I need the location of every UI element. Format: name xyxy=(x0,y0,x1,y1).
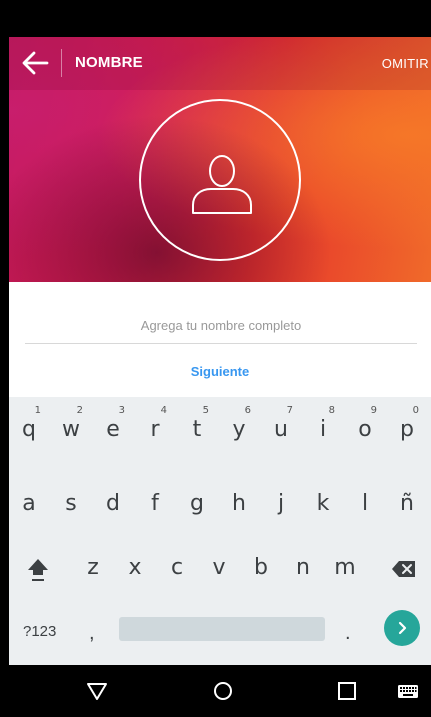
keyboard-icon xyxy=(398,685,418,698)
keyboard-row-1: 1q 2w 3e 4r 5t 6y 7u 8i 9o 0p xyxy=(9,405,431,455)
backspace-icon xyxy=(392,561,415,577)
back-button[interactable] xyxy=(21,50,49,76)
period-key[interactable]: . xyxy=(345,622,351,645)
key-d[interactable]: d xyxy=(93,479,133,529)
key-h[interactable]: h xyxy=(219,479,259,529)
square-recents-icon xyxy=(338,682,356,700)
nav-back-button[interactable] xyxy=(85,679,109,703)
key-x[interactable]: x xyxy=(115,543,155,593)
triangle-back-icon xyxy=(87,683,107,700)
avatar-placeholder[interactable] xyxy=(139,99,301,261)
key-t[interactable]: 5t xyxy=(177,405,217,455)
key-l[interactable]: l xyxy=(345,479,385,529)
key-f[interactable]: f xyxy=(135,479,175,529)
shift-icon xyxy=(28,559,48,581)
app-bar: NOMBRE OMITIR xyxy=(9,37,431,90)
key-y[interactable]: 6y xyxy=(219,405,259,455)
user-outline-icon xyxy=(192,155,252,214)
nav-home-button[interactable] xyxy=(211,679,235,703)
key-b[interactable]: b xyxy=(241,543,281,593)
key-c[interactable]: c xyxy=(157,543,197,593)
next-button[interactable]: Siguiente xyxy=(9,364,431,379)
enter-key[interactable] xyxy=(384,610,420,646)
chevron-right-icon xyxy=(398,621,407,635)
key-w[interactable]: 2w xyxy=(51,405,91,455)
key-u[interactable]: 7u xyxy=(261,405,301,455)
key-e[interactable]: 3e xyxy=(93,405,133,455)
comma-key[interactable]: , xyxy=(89,622,95,645)
key-m[interactable]: m xyxy=(325,543,365,593)
circle-home-icon xyxy=(214,682,232,700)
key-v[interactable]: v xyxy=(199,543,239,593)
status-bar xyxy=(0,0,431,37)
symbols-key[interactable]: ?123 xyxy=(23,623,56,640)
name-form: Siguiente xyxy=(9,282,431,397)
device-bezel xyxy=(0,0,9,717)
full-name-input[interactable] xyxy=(25,308,417,344)
page-title: NOMBRE xyxy=(75,54,143,71)
key-q[interactable]: 1q xyxy=(9,405,49,455)
key-o[interactable]: 9o xyxy=(345,405,385,455)
nav-recents-button[interactable] xyxy=(335,679,359,703)
soft-keyboard: 1q 2w 3e 4r 5t 6y 7u 8i 9o 0p a s d f g … xyxy=(9,397,431,665)
skip-button[interactable]: OMITIR xyxy=(382,56,429,71)
key-enye[interactable]: ñ xyxy=(387,479,427,529)
app-bar-divider xyxy=(61,49,62,77)
key-a[interactable]: a xyxy=(9,479,49,529)
keyboard-row-2: a s d f g h j k l ñ xyxy=(9,479,431,529)
shift-key[interactable] xyxy=(17,543,57,593)
arrow-left-icon xyxy=(22,51,49,75)
key-j[interactable]: j xyxy=(261,479,301,529)
key-r[interactable]: 4r xyxy=(135,405,175,455)
space-bar[interactable] xyxy=(119,617,325,641)
key-p[interactable]: 0p xyxy=(387,405,427,455)
key-g[interactable]: g xyxy=(177,479,217,529)
nav-keyboard-button[interactable] xyxy=(396,679,420,703)
system-nav-bar xyxy=(0,665,431,717)
key-k[interactable]: k xyxy=(303,479,343,529)
backspace-key[interactable] xyxy=(383,543,423,593)
key-i[interactable]: 8i xyxy=(303,405,343,455)
header-hero: NOMBRE OMITIR xyxy=(9,37,431,282)
keyboard-row-3: z x c v b n m xyxy=(9,543,431,593)
key-z[interactable]: z xyxy=(73,543,113,593)
key-n[interactable]: n xyxy=(283,543,323,593)
key-s[interactable]: s xyxy=(51,479,91,529)
